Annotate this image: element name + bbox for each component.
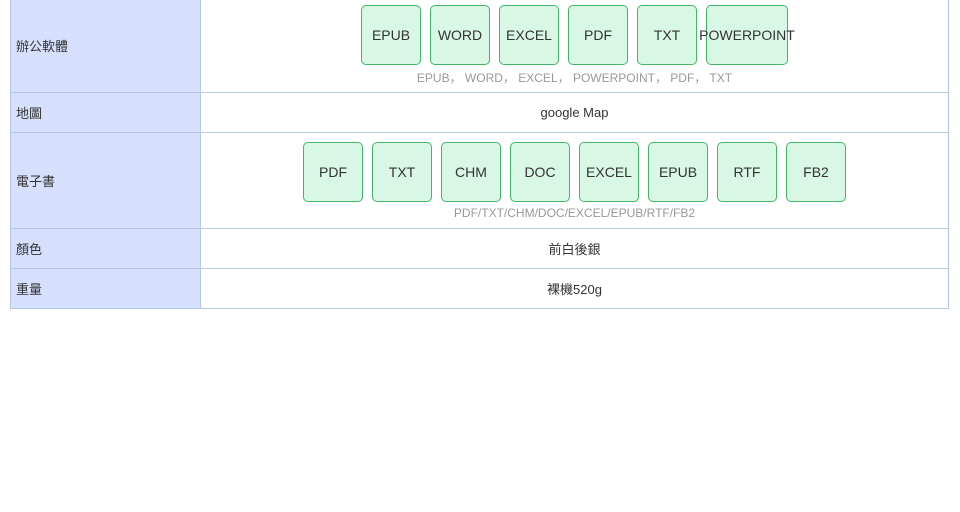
format-chip-txt[interactable]: TXT [372,141,432,202]
spec-table: 辦公軟體 EPUB WORD EXCEL PDF TXT POWERPOINT EPUB，… [10,0,949,309]
row-label: 辦公軟體 [10,0,201,93]
format-chip-list: EPUB WORD EXCEL PDF TXT POWERPOINT [201,5,948,65]
format-caption: PDF/TXT/CHM/DOC/EXCEL/EPUB/RTF/FB2 [453,205,696,220]
format-chip-pdf[interactable]: PDF [568,5,628,65]
format-chip-pdf[interactable]: PDF [303,141,363,202]
format-chip-list: PDF TXT CHM DOC EXCEL EPUB RTF FB2 [201,141,948,202]
row-value: EPUB WORD EXCEL PDF TXT POWERPOINT EPUB， WORD… [200,0,949,93]
format-caption: EPUB， WORD， EXCEL， POWERPOINT， PDF， TXT [416,71,733,85]
format-chip-chm[interactable]: CHM [441,141,501,202]
spec-row-ebook: 電子書 PDF TXT CHM DOC EXCEL EPUB RTF FB2 PDF/TXT/… [10,132,949,229]
format-chip-rtf[interactable]: RTF [717,141,777,202]
format-chip-txt[interactable]: TXT [637,5,697,65]
format-chip-excel[interactable]: EXCEL [579,141,639,202]
spec-row-weight: 重量 裸機520g [10,268,949,309]
format-chip-fb2[interactable]: FB2 [786,141,846,202]
row-value: 裸機520g [200,268,949,309]
row-label: 電子書 [10,132,201,229]
row-label: 重量 [10,268,201,309]
row-label: 顏色 [10,228,201,269]
row-value: 前白後銀 [200,228,949,269]
format-chip-doc[interactable]: DOC [510,141,570,202]
format-chip-excel[interactable]: EXCEL [499,5,559,65]
format-chip-word[interactable]: WORD [430,5,490,65]
format-chip-powerpoint[interactable]: POWERPOINT [699,5,795,65]
spec-row-office: 辦公軟體 EPUB WORD EXCEL PDF TXT POWERPOINT EPUB，… [10,0,949,93]
row-value: google Map [200,92,949,133]
spec-row-map: 地圖 google Map [10,92,949,133]
spec-row-color: 顏色 前白後銀 [10,228,949,269]
format-chip-epub[interactable]: EPUB [361,5,421,65]
row-value: PDF TXT CHM DOC EXCEL EPUB RTF FB2 PDF/TXT/CHM/… [200,132,949,229]
format-chip-epub[interactable]: EPUB [648,141,708,202]
row-label: 地圖 [10,92,201,133]
